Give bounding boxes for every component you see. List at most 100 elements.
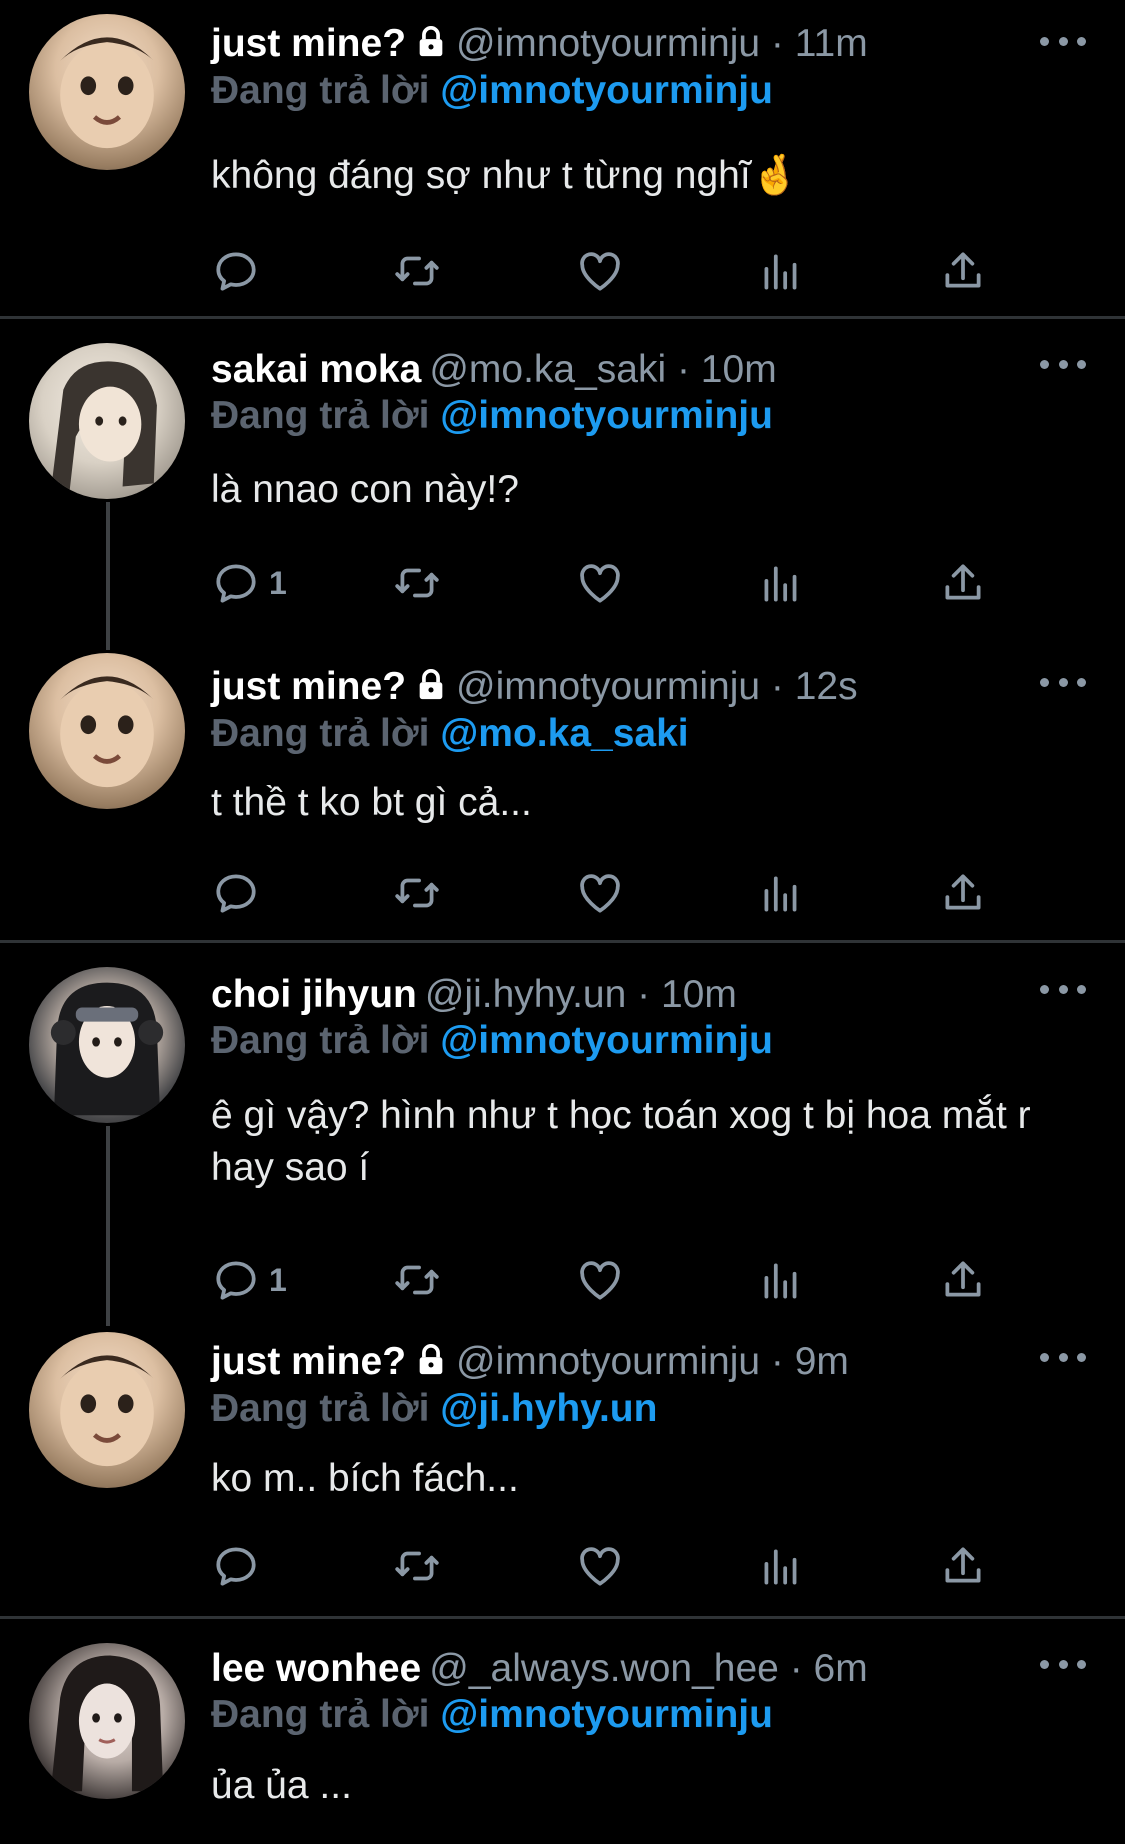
reply-button[interactable] (211, 867, 269, 919)
bar-chart-icon (764, 1263, 797, 1299)
more-options-button[interactable] (1040, 31, 1086, 51)
analytics-button[interactable] (756, 245, 806, 297)
share-button[interactable] (938, 1540, 988, 1592)
avatar[interactable] (29, 14, 185, 170)
reply-to-mention[interactable]: @imnotyourminju (440, 394, 773, 437)
replying-label: Đang trả lời (211, 1387, 430, 1430)
retweet-button[interactable] (392, 1254, 442, 1306)
replying-label: Đang trả lời (211, 394, 430, 437)
replying-to: Đang trả lời @imnotyourminju (211, 393, 773, 439)
display-name[interactable]: lee wonhee (211, 1647, 421, 1690)
divider (0, 940, 1125, 943)
avatar[interactable] (29, 653, 185, 809)
like-button[interactable] (575, 245, 625, 297)
reply-button[interactable] (211, 245, 269, 297)
replying-to: Đang trả lời @imnotyourminju (211, 1018, 773, 1064)
like-button[interactable] (575, 557, 625, 609)
like-button[interactable] (575, 1254, 625, 1306)
bar-chart-icon (764, 876, 797, 912)
display-name[interactable]: just mine? (211, 665, 406, 708)
reply-count: 1 (269, 1261, 287, 1298)
reply-to-mention[interactable]: @ji.hyhy.un (440, 1387, 657, 1430)
tweet[interactable]: choi jihyun @ji.hyhy.un · 10m Đang trả lờ… (0, 954, 1125, 1330)
tweet-header: just mine? @imnotyourminju · 11m (211, 21, 868, 70)
display-name[interactable]: just mine? (211, 1340, 406, 1383)
handle-and-time[interactable]: @mo.ka_saki · 10m (429, 348, 776, 391)
more-options-button[interactable] (1040, 354, 1086, 374)
tweet-text: là nnao con này!? (211, 468, 519, 511)
action-bar (211, 245, 1001, 297)
heart-icon (580, 874, 620, 913)
avatar[interactable] (29, 1643, 185, 1799)
analytics-button[interactable] (756, 1540, 806, 1592)
more-options-button[interactable] (1040, 1654, 1086, 1674)
tweet[interactable]: just mine? @imnotyourminju · 12s Đang trả… (0, 642, 1125, 942)
tweet-text: t thề t ko bt gì cả... (211, 781, 532, 824)
handle-and-time[interactable]: @imnotyourminju · 12s (456, 665, 858, 708)
reply-to-mention[interactable]: @imnotyourminju (440, 69, 773, 112)
heart-icon (580, 1547, 620, 1586)
reply-button[interactable]: 1 (211, 1254, 287, 1306)
tweet[interactable]: lee wonhee @_always.won_hee · 6m Đang trả… (0, 1630, 1125, 1844)
analytics-button[interactable] (756, 1254, 806, 1306)
lock-icon (414, 667, 448, 713)
display-name[interactable]: choi jihyun (211, 973, 417, 1016)
tweet-header: choi jihyun @ji.hyhy.un · 10m (211, 972, 737, 1018)
reply-button[interactable]: 1 (211, 557, 287, 609)
tweet-text: ủa ủa ... (211, 1764, 352, 1807)
reply-to-mention[interactable]: @mo.ka_saki (440, 712, 688, 755)
heart-icon (580, 252, 620, 291)
handle-and-time[interactable]: @imnotyourminju · 11m (456, 22, 868, 65)
replying-label: Đang trả lời (211, 712, 430, 755)
reply-feed: just mine? @imnotyourminju · 11m Đang trả… (0, 0, 1125, 1844)
retweet-button[interactable] (392, 557, 442, 609)
reply-icon (216, 564, 256, 603)
reply-icon (216, 1261, 256, 1300)
reply-icon (216, 252, 256, 291)
more-options-button[interactable] (1040, 979, 1086, 999)
tweet[interactable]: just mine? @imnotyourminju · 11m Đang trả… (0, 0, 1125, 318)
avatar[interactable] (29, 967, 185, 1123)
share-button[interactable] (938, 557, 988, 609)
more-options-button[interactable] (1040, 1347, 1086, 1367)
share-button[interactable] (938, 867, 988, 919)
action-bar: 1 (211, 1254, 1001, 1306)
heart-icon (580, 564, 620, 603)
action-bar: 1 (211, 557, 1001, 609)
retweet-icon (395, 1551, 439, 1581)
display-name[interactable]: just mine? (211, 22, 406, 65)
bar-chart-icon (764, 254, 797, 290)
handle-and-time[interactable]: @ji.hyhy.un · 10m (425, 973, 737, 1016)
tweet[interactable]: just mine? @imnotyourminju · 9m Đang trả … (0, 1330, 1125, 1618)
more-options-button[interactable] (1040, 672, 1086, 692)
like-button[interactable] (575, 867, 625, 919)
avatar[interactable] (29, 1332, 185, 1488)
tweet-header: lee wonhee @_always.won_hee · 6m (211, 1646, 868, 1692)
lock-icon (414, 24, 448, 70)
retweet-icon (395, 1265, 439, 1295)
share-icon (945, 1547, 981, 1583)
retweet-button[interactable] (392, 867, 442, 919)
analytics-button[interactable] (756, 557, 806, 609)
reply-to-mention[interactable]: @imnotyourminju (440, 1019, 773, 1062)
share-button[interactable] (938, 245, 988, 297)
handle-and-time[interactable]: @_always.won_hee · 6m (429, 1647, 867, 1690)
bar-chart-icon (764, 566, 797, 602)
reply-to-mention[interactable]: @imnotyourminju (440, 1693, 773, 1736)
reply-icon (216, 1547, 256, 1586)
analytics-button[interactable] (756, 867, 806, 919)
retweet-icon (395, 878, 439, 908)
tweet-text: không đáng sợ như t từng nghĩ🤞 (211, 154, 800, 197)
display-name[interactable]: sakai moka (211, 348, 421, 391)
reply-button[interactable] (211, 1540, 269, 1592)
handle-and-time[interactable]: @imnotyourminju · 9m (456, 1340, 849, 1383)
divider (0, 316, 1125, 319)
avatar[interactable] (29, 343, 185, 499)
like-button[interactable] (575, 1540, 625, 1592)
lock-icon (414, 1342, 448, 1388)
reply-count: 1 (269, 564, 287, 601)
retweet-button[interactable] (392, 245, 442, 297)
share-button[interactable] (938, 1254, 988, 1306)
retweet-button[interactable] (392, 1540, 442, 1592)
tweet[interactable]: sakai moka @mo.ka_saki · 10m Đang trả lời… (0, 330, 1125, 642)
